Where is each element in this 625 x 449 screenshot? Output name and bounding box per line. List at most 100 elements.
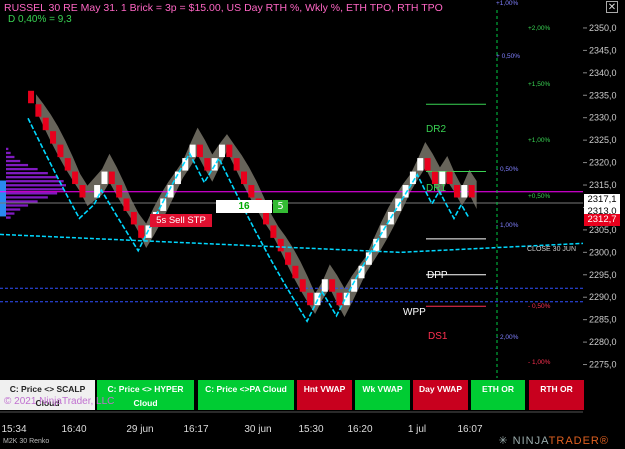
renko-brick: [218, 144, 225, 158]
time-tick-label: 16:20: [347, 424, 372, 435]
profile-bar: [6, 196, 48, 199]
copyright-text: © 2021 NinjaTrader, LLC: [4, 396, 115, 407]
price-tick-label: 2280,0: [589, 337, 617, 347]
renko-brick: [299, 279, 306, 292]
renko-brick: [138, 225, 145, 238]
renko-brick: [28, 90, 35, 104]
renko-brick: [270, 225, 277, 238]
price-tick-label: 2335,0: [589, 90, 617, 100]
day-vwap-line: [27, 117, 470, 323]
eth-or-button[interactable]: ETH OR: [471, 380, 525, 410]
profile-bar: [6, 188, 64, 191]
renko-brick: [116, 185, 123, 198]
profile-bar: [6, 151, 11, 155]
renko-brick: [108, 171, 115, 185]
profile-bar: [6, 155, 15, 159]
time-tick-label: 15:30: [298, 424, 323, 435]
price-tick-label: 2320,0: [589, 158, 617, 168]
price-tag-last: 2317,1: [584, 194, 620, 206]
profile-bar: [6, 184, 66, 187]
profile-bar: [6, 167, 38, 171]
sell-stop-order-label[interactable]: 5s Sell STP: [150, 214, 212, 227]
close-icon[interactable]: ✕: [606, 1, 618, 13]
time-tick-label: 15:34: [1, 424, 26, 435]
wk-vwap-button[interactable]: Wk VWAP: [355, 380, 410, 410]
pct-label: +1,50%: [528, 81, 551, 88]
pct-label: +1,00%: [496, 0, 519, 7]
renko-brick: [446, 171, 453, 185]
renko-brick: [196, 144, 203, 158]
time-tick-label: 1 jul: [408, 424, 426, 435]
vwap-lines: [0, 117, 584, 323]
profile-bar: [6, 208, 21, 211]
pa-cloud-button[interactable]: C: Price <>PA Cloud: [198, 380, 294, 410]
pct-label: - 0,50%: [528, 303, 551, 310]
renko-brick: [329, 279, 336, 292]
renko-brick: [321, 279, 328, 292]
quantity-step-box[interactable]: 5: [273, 200, 288, 213]
profile-bar: [6, 180, 64, 183]
price-tick-label: 2330,0: [589, 113, 617, 123]
day-vwap-button[interactable]: Day VWAP: [413, 380, 468, 410]
level-label-wpp: WPP: [403, 307, 426, 318]
renko-brick: [292, 265, 299, 279]
instrument-label: M2K 30 Renko: [3, 438, 50, 445]
renko-brick: [101, 171, 108, 185]
renko-brick: [417, 158, 424, 171]
price-tick-label: 2275,0: [589, 360, 617, 370]
price-tick-label: 2285,0: [589, 315, 617, 325]
profile-marker: [0, 180, 6, 217]
renko-brick: [241, 171, 247, 185]
price-tick-label: 2295,0: [589, 270, 617, 280]
price-tick-label: 2290,0: [589, 292, 617, 302]
renko-brick: [248, 185, 255, 198]
price-tick-label: 2345,0: [589, 45, 617, 55]
profile-bar: [6, 216, 11, 219]
renko-brick: [123, 198, 130, 211]
price-tag-stop: 2312,7: [584, 214, 620, 226]
pct-label: - 2,00%: [496, 334, 519, 341]
price-tick-label: 2350,0: [589, 23, 617, 33]
brand-suffix: TRADER®: [548, 435, 609, 447]
ninjatrader-logo: ✳ NINJATRADER®: [498, 434, 609, 447]
renko-brick: [307, 292, 314, 306]
volume-profile: [0, 147, 66, 219]
profile-bar: [6, 172, 48, 175]
time-tick-label: 16:40: [61, 424, 86, 435]
brand-prefix: ✳ NINJA: [498, 435, 549, 447]
renko-brick: [424, 158, 431, 171]
time-tick-label: 16:07: [457, 424, 482, 435]
price-tick-label: 2305,0: [589, 225, 617, 235]
profile-bar: [6, 212, 15, 215]
profile-bar: [6, 176, 58, 179]
renko-brick: [35, 104, 42, 117]
time-tick-label: 29 jun: [126, 424, 153, 435]
renko-brick: [468, 185, 475, 198]
level-label-ds1: DS1: [428, 331, 448, 342]
price-tick-label: 2300,0: [589, 247, 617, 257]
level-label-dr2: DR2: [426, 124, 447, 135]
renko-brick: [50, 131, 57, 144]
profile-bar: [6, 159, 21, 163]
pct-label: + 0,50%: [496, 53, 521, 60]
renko-brick: [336, 292, 343, 306]
pct-label: - 1,00%: [496, 222, 519, 229]
price-tick-label: 2325,0: [589, 135, 617, 145]
renko-brick: [204, 158, 211, 171]
time-tick-label: 30 jun: [244, 424, 271, 435]
level-label-dr1: DR1: [426, 183, 447, 194]
renko-brick: [79, 185, 86, 198]
renko-brick: [130, 211, 137, 225]
profile-bar: [6, 204, 29, 207]
renko-brick: [226, 144, 233, 158]
pct-label: +0,50%: [528, 193, 551, 200]
renko-brick: [285, 252, 292, 265]
quantity-box[interactable]: 16: [216, 200, 272, 213]
hnt-vwap-button[interactable]: Hnt VWAP: [297, 380, 352, 410]
renko-brick: [277, 238, 284, 252]
pct-label: +2,00%: [528, 25, 551, 32]
renko-brick: [42, 117, 49, 131]
rth-or-button[interactable]: RTH OR: [529, 380, 584, 410]
renko-brick: [263, 211, 270, 225]
chart-subtitle: D 0,40% = 9,3: [8, 14, 72, 25]
